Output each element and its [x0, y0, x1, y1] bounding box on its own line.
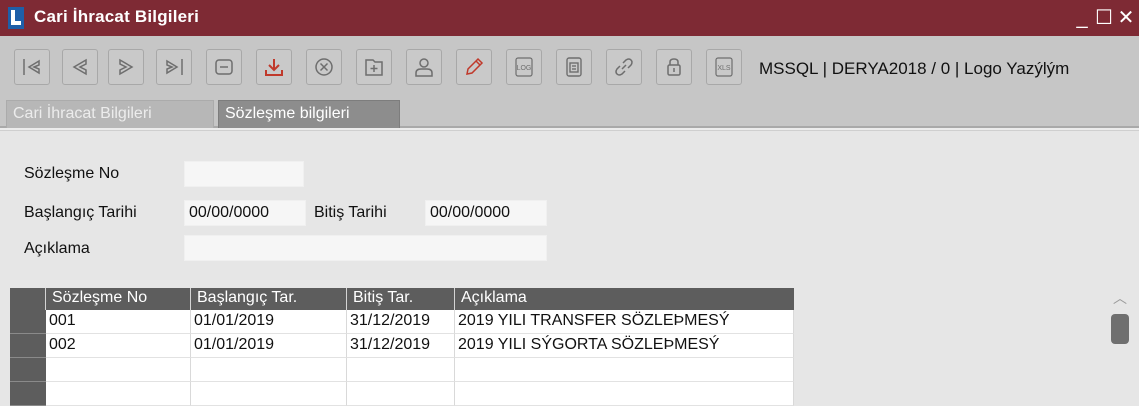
cell-description[interactable]	[455, 382, 794, 406]
cell-contract-no[interactable]	[46, 358, 191, 382]
contract-form: Sözleşme No Başlangıç Tarihi 00/00/0000 …	[0, 130, 1139, 278]
xls-icon-text: XLS	[717, 65, 731, 72]
description-label: Açıklama	[24, 240, 90, 257]
previous-record-icon	[72, 58, 87, 76]
cell-description[interactable]: 2019 YILI TRANSFER SÖZLEÞMESÝ	[455, 310, 794, 334]
cell-start-date[interactable]: 01/01/2019	[191, 334, 347, 358]
cell-description[interactable]	[455, 358, 794, 382]
user-button[interactable]	[406, 49, 442, 85]
user-icon	[415, 58, 433, 77]
column-header-end-date[interactable]: Bitiş Tar.	[347, 288, 455, 310]
vertical-scrollbar[interactable]: ︿	[1109, 288, 1131, 406]
cell-contract-no[interactable]	[46, 382, 191, 406]
lock-icon	[667, 58, 681, 76]
excel-export-icon: XLS	[715, 57, 733, 77]
minimize-record-icon	[215, 59, 233, 75]
next-record-icon	[119, 58, 134, 76]
contract-no-label: Sözleşme No	[24, 165, 120, 182]
grid-header: Sözleşme No Başlangıç Tar. Bitiş Tar. Aç…	[10, 288, 794, 310]
cell-end-date[interactable]: 31/12/2019	[347, 334, 455, 358]
cell-contract-no[interactable]: 002	[46, 334, 191, 358]
download-icon	[265, 59, 283, 76]
log-icon-text: LOG	[517, 65, 532, 72]
grid-area: Sözleşme No Başlangıç Tar. Bitiş Tar. Aç…	[0, 278, 1139, 406]
close-button[interactable]: ✕	[1113, 4, 1139, 32]
table-row[interactable]: 002 01/01/2019 31/12/2019 2019 YILI SÝGO…	[10, 334, 794, 358]
toolbar: LOG XLS MSSQL | DERYA2018 / 0 | Logo Yaz…	[0, 36, 1139, 98]
log-button[interactable]: LOG	[506, 49, 542, 85]
window-title: Cari İhracat Bilgileri	[34, 7, 200, 26]
contract-no-field[interactable]	[184, 161, 304, 187]
start-date-label: Başlangıç Tarihi	[24, 204, 137, 221]
end-date-field[interactable]: 00/00/0000	[425, 200, 547, 226]
add-icon	[365, 59, 383, 76]
column-header-description[interactable]: Açıklama	[455, 288, 794, 310]
row-indicator[interactable]	[10, 358, 46, 382]
title-bar: Cari İhracat Bilgileri _ ☐ ✕	[0, 0, 1139, 36]
start-date-field[interactable]: 00/00/0000	[184, 200, 306, 226]
log-icon: LOG	[515, 57, 533, 77]
edit-button[interactable]	[456, 49, 492, 85]
table-row[interactable]: 001 01/01/2019 31/12/2019 2019 YILI TRAN…	[10, 310, 794, 334]
link-icon	[615, 58, 633, 76]
logo-icon	[8, 7, 24, 29]
last-record-icon	[166, 59, 183, 75]
cell-end-date[interactable]	[347, 358, 455, 382]
cell-start-date[interactable]	[191, 382, 347, 406]
table-row[interactable]	[10, 382, 794, 406]
add-button[interactable]	[356, 49, 392, 85]
column-header-start-date[interactable]: Başlangıç Tar.	[191, 288, 347, 310]
chevron-up-icon[interactable]: ︿	[1112, 288, 1128, 306]
next-record-button[interactable]	[108, 49, 144, 85]
tab-sozlesme-bilgileri[interactable]: Sözleşme bilgileri	[218, 100, 400, 128]
last-record-button[interactable]	[156, 49, 192, 85]
tab-strip: Cari İhracat Bilgileri Sözleşme bilgiler…	[0, 98, 1139, 128]
scrollbar-thumb[interactable]	[1111, 314, 1129, 344]
column-header-contract-no[interactable]: Sözleşme No	[46, 288, 191, 310]
cancel-icon	[315, 58, 333, 76]
tab-cari-ihracat-bilgileri[interactable]: Cari İhracat Bilgileri	[6, 100, 214, 128]
first-record-icon	[23, 59, 40, 75]
end-date-label: Bitiş Tarihi	[314, 204, 387, 221]
cell-description[interactable]: 2019 YILI SÝGORTA SÖZLEÞMESÝ	[455, 334, 794, 358]
excel-export-button[interactable]: XLS	[706, 49, 742, 85]
cell-start-date[interactable]	[191, 358, 347, 382]
cancel-button[interactable]	[306, 49, 342, 85]
first-record-button[interactable]	[14, 49, 50, 85]
link-button[interactable]	[606, 49, 642, 85]
previous-record-button[interactable]	[62, 49, 98, 85]
lock-button[interactable]	[656, 49, 692, 85]
contracts-grid: Sözleşme No Başlangıç Tar. Bitiş Tar. Aç…	[10, 288, 794, 406]
collapse-record-button[interactable]	[206, 49, 242, 85]
download-button[interactable]	[256, 49, 292, 85]
edit-pencil-icon	[466, 57, 484, 75]
row-indicator[interactable]	[10, 310, 46, 334]
row-indicator[interactable]	[10, 334, 46, 358]
cell-contract-no[interactable]: 001	[46, 310, 191, 334]
document-icon	[566, 57, 582, 77]
document-button[interactable]	[556, 49, 592, 85]
connection-info: MSSQL | DERYA2018 / 0 | Logo Yazýlým	[759, 59, 1070, 78]
description-field[interactable]	[184, 235, 547, 261]
row-indicator[interactable]	[10, 382, 46, 406]
grid-header-indicator	[10, 288, 46, 310]
cell-end-date[interactable]: 31/12/2019	[347, 310, 455, 334]
table-row[interactable]	[10, 358, 794, 382]
cell-start-date[interactable]: 01/01/2019	[191, 310, 347, 334]
cell-end-date[interactable]	[347, 382, 455, 406]
